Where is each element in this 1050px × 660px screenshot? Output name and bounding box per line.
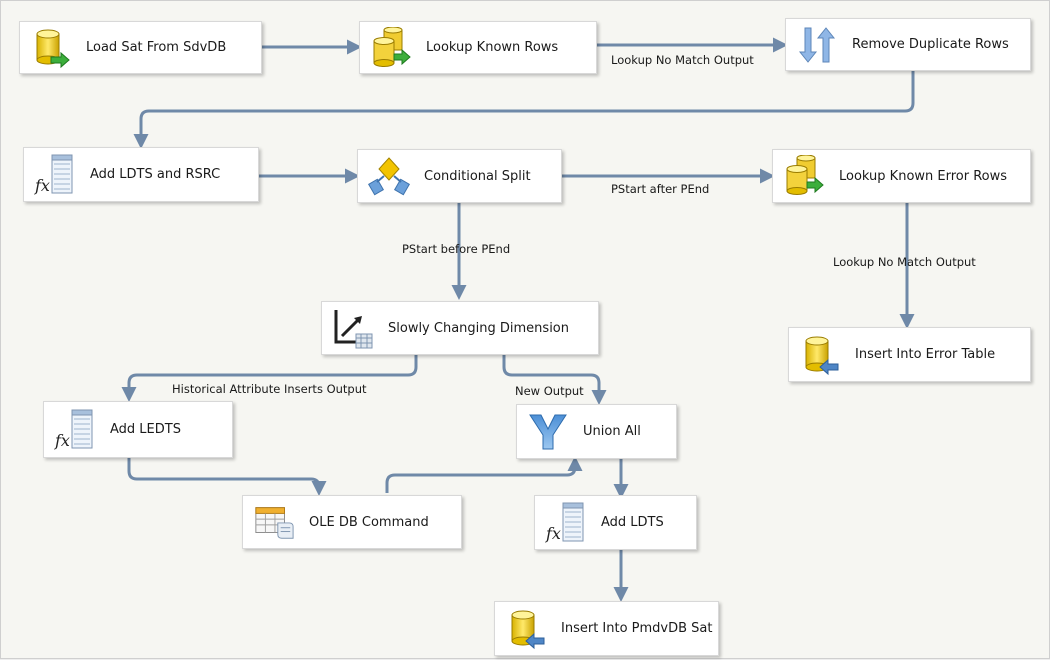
ole-db-source-icon (30, 27, 72, 69)
lookup-icon (370, 26, 412, 69)
component-conditional-split[interactable]: Conditional Split (357, 149, 562, 203)
derived-column-icon: fx (34, 154, 76, 196)
path-add-ledts-to-ole-cmd (127, 458, 327, 496)
sort-icon (796, 24, 838, 66)
component-label: Remove Duplicate Rows (852, 37, 1009, 52)
derived-column-icon: fx (545, 502, 587, 544)
path-label-lookup-no-match: Lookup No Match Output (611, 53, 754, 67)
component-label: Union All (583, 424, 641, 439)
component-lookup-known-error-rows[interactable]: Lookup Known Error Rows (772, 149, 1031, 203)
ole-db-command-icon (253, 501, 295, 543)
component-label: Lookup Known Error Rows (839, 168, 1008, 184)
component-label: Insert Into Error Table (855, 347, 996, 362)
component-label: Add LEDTS (110, 422, 181, 437)
svg-text:fx: fx (34, 176, 50, 195)
path-label-pstart-after-pend: PStart after PEnd (611, 182, 710, 196)
component-insert-into-error-table[interactable]: Insert Into Error Table (788, 327, 1031, 382)
conditional-split-icon (368, 155, 410, 197)
component-label: Add LDTS (601, 515, 664, 530)
component-label: Conditional Split (424, 168, 531, 184)
ole-db-destination-icon (505, 608, 547, 650)
component-load-sat-from-sdvdb[interactable]: Load Sat From SdvDB (19, 21, 262, 74)
component-label: Add LDTS and RSRC (90, 167, 221, 182)
component-add-ldts-and-rsrc[interactable]: fx Add LDTS and RSRC (23, 147, 259, 202)
path-label-new-output: New Output (515, 384, 584, 398)
svg-text:fx: fx (545, 524, 561, 543)
lookup-icon (783, 155, 825, 197)
component-lookup-known-rows[interactable]: Lookup Known Rows (359, 21, 597, 74)
component-remove-duplicate-rows[interactable]: Remove Duplicate Rows (785, 18, 1031, 71)
data-flow-canvas[interactable]: Lookup No Match Output PStart after PEnd… (0, 0, 1050, 659)
component-label: Slowly Changing Dimension (388, 320, 569, 336)
component-label: OLE DB Command (309, 514, 429, 530)
component-label: Lookup Known Rows (426, 40, 559, 55)
path-label-pstart-before-pend: PStart before PEnd (402, 242, 511, 256)
component-add-ledts[interactable]: fx Add LEDTS (43, 401, 233, 458)
component-add-ldts[interactable]: fx Add LDTS (534, 495, 697, 550)
path-ole-cmd-to-union-all (385, 456, 583, 493)
component-union-all[interactable]: Union All (516, 404, 677, 459)
component-ole-db-command[interactable]: OLE DB Command (242, 495, 462, 549)
component-slowly-changing-dimension[interactable]: Slowly Changing Dimension (321, 301, 599, 355)
svg-text:fx: fx (54, 431, 70, 450)
path-label-historical-inserts: Historical Attribute Inserts Output (172, 382, 367, 396)
path-remove-dup-to-add-ldts-rsrc (133, 71, 915, 149)
path-label-lookup-no-match-error: Lookup No Match Output (833, 255, 976, 269)
derived-column-icon: fx (54, 409, 96, 451)
slowly-changing-dimension-icon (332, 307, 374, 349)
ole-db-destination-icon (799, 334, 841, 376)
union-all-icon (527, 411, 569, 453)
component-label: Insert Into PmdvDB Sat (561, 621, 713, 636)
component-label: Load Sat From SdvDB (86, 40, 227, 55)
component-insert-into-pmdvdb-sat[interactable]: Insert Into PmdvDB Sat (494, 601, 719, 656)
